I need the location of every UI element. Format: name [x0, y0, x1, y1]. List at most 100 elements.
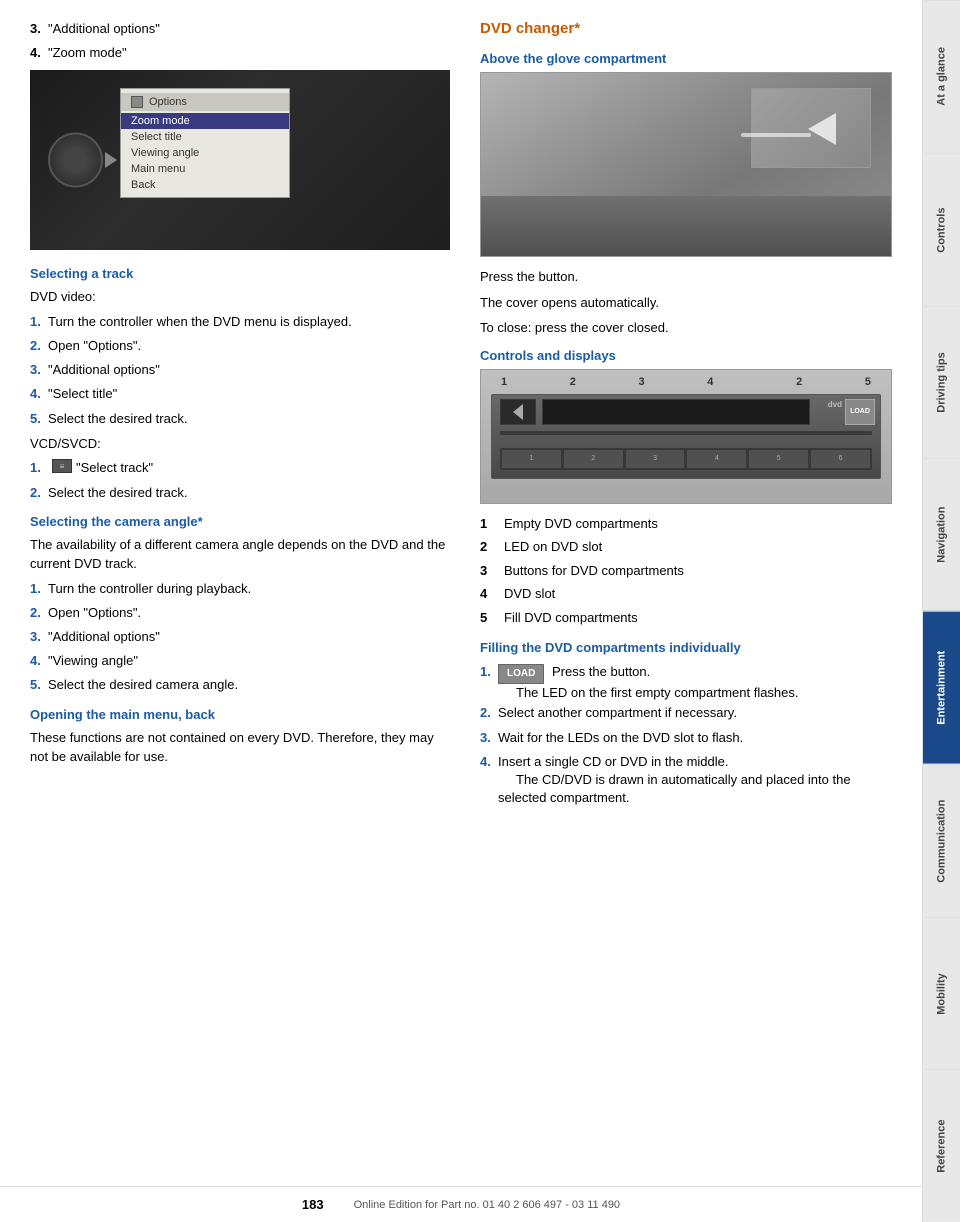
- diag-num-3: 3: [639, 376, 645, 388]
- left-column: 3. "Additional options" 4. "Zoom mode": [30, 20, 450, 1182]
- load-inline-button[interactable]: LOAD: [498, 664, 544, 684]
- item-3-num: 3.: [30, 20, 48, 38]
- cam-step-3: "Additional options": [48, 628, 450, 646]
- selecting-track-heading: Selecting a track: [30, 266, 450, 281]
- diag-num-5: 5: [865, 376, 871, 388]
- cam-step-2: Open "Options".: [48, 604, 450, 622]
- cam-step-4: "Viewing angle": [48, 652, 450, 670]
- dvd-step-5-num: 5.: [30, 410, 48, 428]
- page-number: 183: [302, 1197, 324, 1212]
- label-2-num: 2: [480, 537, 496, 557]
- sidebar-tab-entertainment[interactable]: Entertainment: [923, 611, 960, 764]
- label-5-text: Fill DVD compartments: [504, 608, 638, 628]
- sidebar-tab-communication[interactable]: Communication: [923, 764, 960, 917]
- options-menu-title: Options: [149, 96, 187, 108]
- fill-step-1-num: 1.: [480, 663, 498, 681]
- item-3-text: "Additional options": [48, 20, 450, 38]
- dvd-step-1-text: Turn the controller when the DVD menu is…: [48, 313, 450, 331]
- sidebar-tab-mobility[interactable]: Mobility: [923, 917, 960, 1070]
- dvd-step-2-num: 2.: [30, 337, 48, 355]
- vcd-step-1-text: "Select track": [76, 459, 450, 477]
- cam-step-1: Turn the controller during playback.: [48, 580, 450, 598]
- options-back: Back: [121, 177, 289, 193]
- sidebar-tab-at-a-glance[interactable]: At a glance: [923, 0, 960, 153]
- press-button-text: Press the button.: [480, 267, 892, 287]
- above-glove-heading: Above the glove compartment: [480, 51, 892, 66]
- vcd-step-2-text: Select the desired track.: [48, 484, 450, 502]
- fill-step-3-num: 3.: [480, 729, 498, 747]
- right-column: DVD changer* Above the glove compartment…: [480, 20, 892, 1182]
- options-zoom-mode: Zoom mode: [121, 113, 289, 129]
- opening-menu-heading: Opening the main menu, back: [30, 707, 450, 722]
- diag-num-2a: 2: [570, 376, 576, 388]
- dvd-video-steps: 1. Turn the controller when the DVD menu…: [30, 313, 450, 428]
- label-1-num: 1: [480, 514, 496, 534]
- dvd-changer-heading: DVD changer*: [480, 20, 892, 37]
- top-list-items: 3. "Additional options" 4. "Zoom mode": [30, 20, 450, 62]
- options-box: Options Zoom mode Select title Viewing a…: [120, 88, 290, 198]
- camera-angle-heading: Selecting the camera angle*: [30, 514, 450, 529]
- diag-num-2b: 2: [796, 376, 802, 388]
- label-1-text: Empty DVD compartments: [504, 514, 658, 534]
- label-4-text: DVD slot: [504, 584, 555, 604]
- label-3-text: Buttons for DVD compartments: [504, 561, 684, 581]
- dvd-step-3-text: "Additional options": [48, 361, 450, 379]
- page-footer: 183 Online Edition for Part no. 01 40 2 …: [0, 1186, 922, 1222]
- diag-num-4: 4: [707, 376, 713, 388]
- dvd-step-3-num: 3.: [30, 361, 48, 379]
- fill-step-4-text: Insert a single CD or DVD in the middle.: [498, 754, 728, 769]
- fill-step-2-text: Select another compartment if necessary.: [498, 704, 892, 722]
- fill-step-3-text: Wait for the LEDs on the DVD slot to fla…: [498, 729, 892, 747]
- diagram-labels: 1 Empty DVD compartments 2 LED on DVD sl…: [480, 514, 892, 628]
- sidebar-tab-reference[interactable]: Reference: [923, 1069, 960, 1222]
- cover-opens-text: The cover opens automatically.: [480, 293, 892, 313]
- fill-step-2-num: 2.: [480, 704, 498, 722]
- label-2-text: LED on DVD slot: [504, 537, 602, 557]
- filling-steps: 1. LOAD Press the button. The LED on the…: [480, 663, 892, 807]
- car-interior-image: [480, 72, 892, 257]
- vcd-steps: 1. ≡ "Select track" 2. Select the desire…: [30, 459, 450, 501]
- cam-step-5: Select the desired camera angle.: [48, 676, 450, 694]
- dvd-step-1-num: 1.: [30, 313, 48, 331]
- vcd-step-2-num: 2.: [30, 484, 48, 502]
- item-4-num: 4.: [30, 44, 48, 62]
- fill-step-1-text: Press the button.: [552, 664, 650, 679]
- load-button-diagram: LOAD: [850, 408, 870, 415]
- dvd-step-4-num: 4.: [30, 385, 48, 403]
- sidebar-tabs: At a glance Controls Driving tips Naviga…: [922, 0, 960, 1222]
- camera-angle-steps: 1. Turn the controller during playback. …: [30, 580, 450, 695]
- diag-num-1: 1: [501, 376, 507, 388]
- dvd-video-label: DVD video:: [30, 287, 450, 307]
- options-select-title: Select title: [121, 129, 289, 145]
- item-4-text: "Zoom mode": [48, 44, 450, 62]
- dvd-step-2-text: Open "Options".: [48, 337, 450, 355]
- dvd-changer-diagram: 1 2 3 4 2 5 dvd: [480, 369, 892, 504]
- options-title: Options: [121, 93, 289, 111]
- label-3-num: 3: [480, 561, 496, 581]
- footer-text: Online Edition for Part no. 01 40 2 606 …: [354, 1199, 620, 1211]
- vcd-icon: ≡: [52, 459, 72, 473]
- label-5-num: 5: [480, 608, 496, 628]
- to-close-text: To close: press the cover closed.: [480, 318, 892, 338]
- fill-step-4-num: 4.: [480, 753, 498, 771]
- dvd-step-4-text: "Select title": [48, 385, 450, 403]
- fill-step-4-content: Insert a single CD or DVD in the middle.…: [498, 753, 892, 808]
- dvd-logo-text: dvd: [828, 400, 842, 409]
- options-viewing-angle: Viewing angle: [121, 145, 289, 161]
- dvd-step-5-text: Select the desired track.: [48, 410, 450, 428]
- controls-displays-heading: Controls and displays: [480, 348, 892, 363]
- vcd-label: VCD/SVCD:: [30, 434, 450, 454]
- opening-menu-desc: These functions are not contained on eve…: [30, 728, 450, 767]
- camera-angle-desc: The availability of a different camera a…: [30, 535, 450, 574]
- fill-step-1-content: LOAD Press the button. The LED on the fi…: [498, 663, 892, 702]
- vcd-step-1-num: 1.: [30, 459, 48, 477]
- options-icon: [131, 96, 143, 108]
- options-screenshot: Options Zoom mode Select title Viewing a…: [30, 70, 450, 250]
- fill-step-4-subtext: The CD/DVD is drawn in automatically and…: [498, 772, 851, 805]
- sidebar-tab-driving-tips[interactable]: Driving tips: [923, 306, 960, 459]
- label-4-num: 4: [480, 584, 496, 604]
- options-main-menu: Main menu: [121, 161, 289, 177]
- filling-heading: Filling the DVD compartments individuall…: [480, 639, 892, 657]
- sidebar-tab-navigation[interactable]: Navigation: [923, 458, 960, 611]
- sidebar-tab-controls[interactable]: Controls: [923, 153, 960, 306]
